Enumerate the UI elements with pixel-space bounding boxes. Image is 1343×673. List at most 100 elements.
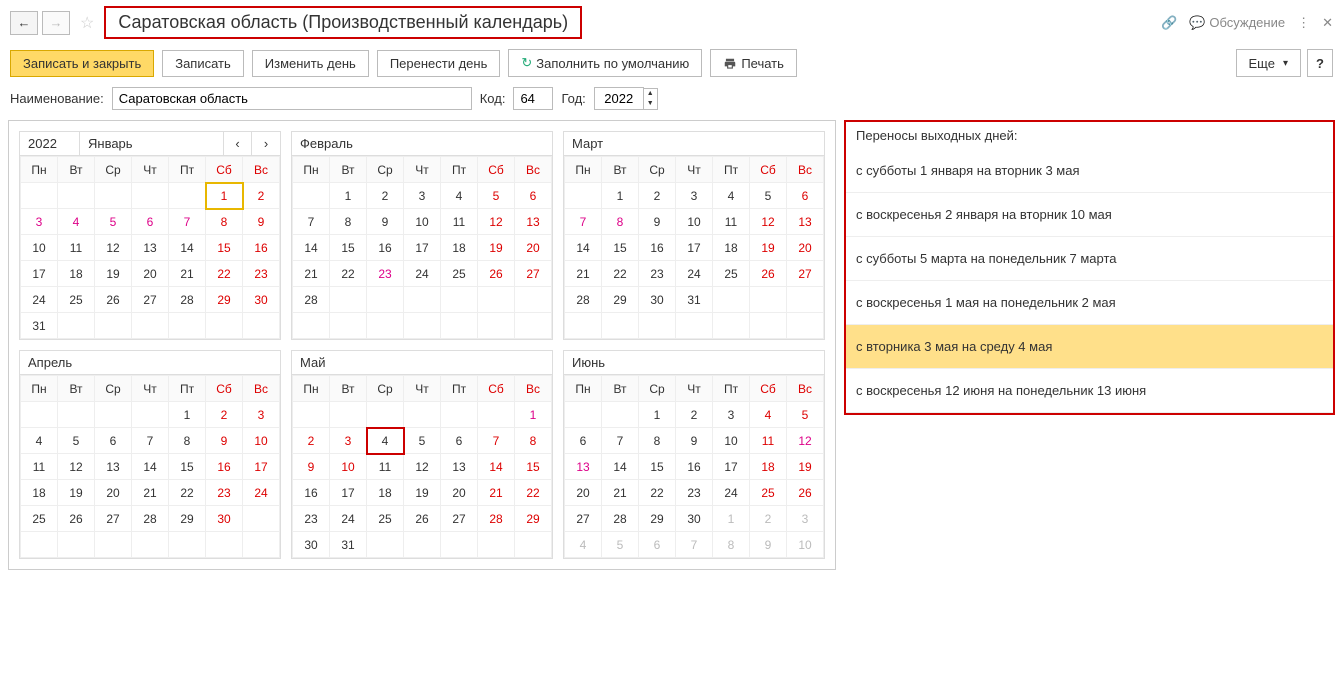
calendar-day[interactable]: 28 (169, 287, 206, 313)
calendar-day[interactable]: 5 (750, 183, 787, 209)
calendar-day[interactable]: 26 (787, 480, 824, 506)
calendar-day[interactable]: 20 (565, 480, 602, 506)
calendar-day[interactable]: 5 (58, 428, 95, 454)
calendar-day[interactable]: 30 (293, 532, 330, 558)
calendar-day[interactable]: 20 (787, 235, 824, 261)
year-up-icon[interactable]: ▲ (644, 89, 657, 99)
calendar-day[interactable]: 15 (515, 454, 552, 480)
calendar-day[interactable]: 17 (330, 480, 367, 506)
calendar-day[interactable]: 6 (95, 428, 132, 454)
calendar-day[interactable]: 27 (132, 287, 169, 313)
calendar-day[interactable]: 12 (787, 428, 824, 454)
year-down-icon[interactable]: ▼ (644, 99, 657, 109)
calendar-day[interactable]: 13 (787, 209, 824, 235)
calendar-day[interactable]: 18 (21, 480, 58, 506)
calendar-day[interactable]: 15 (602, 235, 639, 261)
calendar-day[interactable]: 22 (330, 261, 367, 287)
calendar-day[interactable]: 15 (169, 454, 206, 480)
calendar-day[interactable]: 29 (639, 506, 676, 532)
calendar-day[interactable]: 26 (750, 261, 787, 287)
calendar-day[interactable]: 31 (21, 313, 58, 339)
calendar-day[interactable]: 3 (21, 209, 58, 235)
calendar-day[interactable]: 21 (565, 261, 602, 287)
calendar-day[interactable]: 18 (750, 454, 787, 480)
calendar-day[interactable]: 30 (243, 287, 280, 313)
calendar-day[interactable]: 18 (367, 480, 404, 506)
calendar-day[interactable]: 11 (713, 209, 750, 235)
calendar-day[interactable]: 20 (95, 480, 132, 506)
calendar-day[interactable]: 7 (478, 428, 515, 454)
calendar-day[interactable]: 4 (565, 532, 602, 558)
calendar-day[interactable]: 1 (713, 506, 750, 532)
calendar-day[interactable]: 23 (367, 261, 404, 287)
calendar-day[interactable]: 16 (293, 480, 330, 506)
calendar-day[interactable]: 27 (787, 261, 824, 287)
calendar-day[interactable]: 7 (293, 209, 330, 235)
close-icon[interactable]: ✕ (1322, 15, 1333, 31)
calendar-day[interactable]: 19 (750, 235, 787, 261)
calendar-day[interactable]: 9 (676, 428, 713, 454)
calendar-day[interactable]: 12 (95, 235, 132, 261)
calendar-day[interactable]: 4 (21, 428, 58, 454)
calendar-day[interactable]: 3 (330, 428, 367, 454)
calendar-day[interactable]: 3 (243, 402, 280, 428)
calendar-day[interactable]: 17 (713, 454, 750, 480)
calendar-day[interactable]: 20 (441, 480, 478, 506)
calendar-day[interactable]: 26 (404, 506, 441, 532)
calendar-day[interactable]: 30 (639, 287, 676, 313)
calendar-day[interactable]: 11 (58, 235, 95, 261)
calendar-day[interactable]: 21 (293, 261, 330, 287)
calendar-day[interactable]: 13 (95, 454, 132, 480)
calendar-day[interactable]: 7 (132, 428, 169, 454)
code-input[interactable] (513, 87, 553, 110)
calendar-day[interactable]: 26 (95, 287, 132, 313)
calendar-day[interactable]: 1 (169, 402, 206, 428)
calendar-day[interactable]: 7 (676, 532, 713, 558)
calendar-day[interactable]: 3 (676, 183, 713, 209)
calendar-day[interactable]: 2 (750, 506, 787, 532)
calendar-day[interactable]: 11 (367, 454, 404, 480)
more-button[interactable]: Еще (1236, 49, 1301, 77)
calendar-day[interactable]: 4 (367, 428, 404, 454)
print-button[interactable]: Печать (710, 49, 797, 77)
calendar-day[interactable]: 21 (478, 480, 515, 506)
calendar-day[interactable]: 9 (243, 209, 280, 235)
transfer-item[interactable]: с вторника 3 мая на среду 4 мая (846, 325, 1333, 369)
calendar-day[interactable]: 2 (639, 183, 676, 209)
calendar-day[interactable]: 6 (132, 209, 169, 235)
transfer-item[interactable]: с субботы 1 января на вторник 3 мая (846, 149, 1333, 193)
calendar-day[interactable]: 29 (602, 287, 639, 313)
calendar-day[interactable]: 13 (132, 235, 169, 261)
calendar-day[interactable]: 8 (330, 209, 367, 235)
calendar-day[interactable]: 24 (243, 480, 280, 506)
calendar-day[interactable]: 27 (95, 506, 132, 532)
calendar-day[interactable]: 1 (206, 183, 243, 209)
calendar-day[interactable]: 4 (750, 402, 787, 428)
calendar-day[interactable]: 4 (58, 209, 95, 235)
favorite-icon[interactable]: ☆ (80, 13, 94, 33)
move-day-button[interactable]: Перенести день (377, 50, 501, 77)
calendar-day[interactable]: 24 (330, 506, 367, 532)
calendar-day[interactable]: 19 (787, 454, 824, 480)
calendar-day[interactable]: 11 (21, 454, 58, 480)
calendar-day[interactable]: 2 (206, 402, 243, 428)
calendar-day[interactable]: 13 (515, 209, 552, 235)
calendar-day[interactable]: 8 (169, 428, 206, 454)
calendar-day[interactable]: 17 (404, 235, 441, 261)
calendar-day[interactable]: 16 (367, 235, 404, 261)
calendar-day[interactable]: 8 (639, 428, 676, 454)
calendar-day[interactable]: 6 (441, 428, 478, 454)
fill-default-button[interactable]: ↻ Заполнить по умолчанию (508, 49, 702, 77)
help-button[interactable]: ? (1307, 49, 1333, 77)
calendar-day[interactable]: 23 (293, 506, 330, 532)
kebab-menu-icon[interactable]: ⋮ (1297, 15, 1310, 31)
calendar-day[interactable]: 28 (565, 287, 602, 313)
calendar-day[interactable]: 14 (132, 454, 169, 480)
calendar-day[interactable]: 24 (21, 287, 58, 313)
calendar-day[interactable]: 5 (404, 428, 441, 454)
calendar-day[interactable]: 12 (58, 454, 95, 480)
calendar-day[interactable]: 24 (713, 480, 750, 506)
calendar-day[interactable]: 7 (565, 209, 602, 235)
calendar-day[interactable]: 16 (639, 235, 676, 261)
calendar-day[interactable]: 1 (602, 183, 639, 209)
